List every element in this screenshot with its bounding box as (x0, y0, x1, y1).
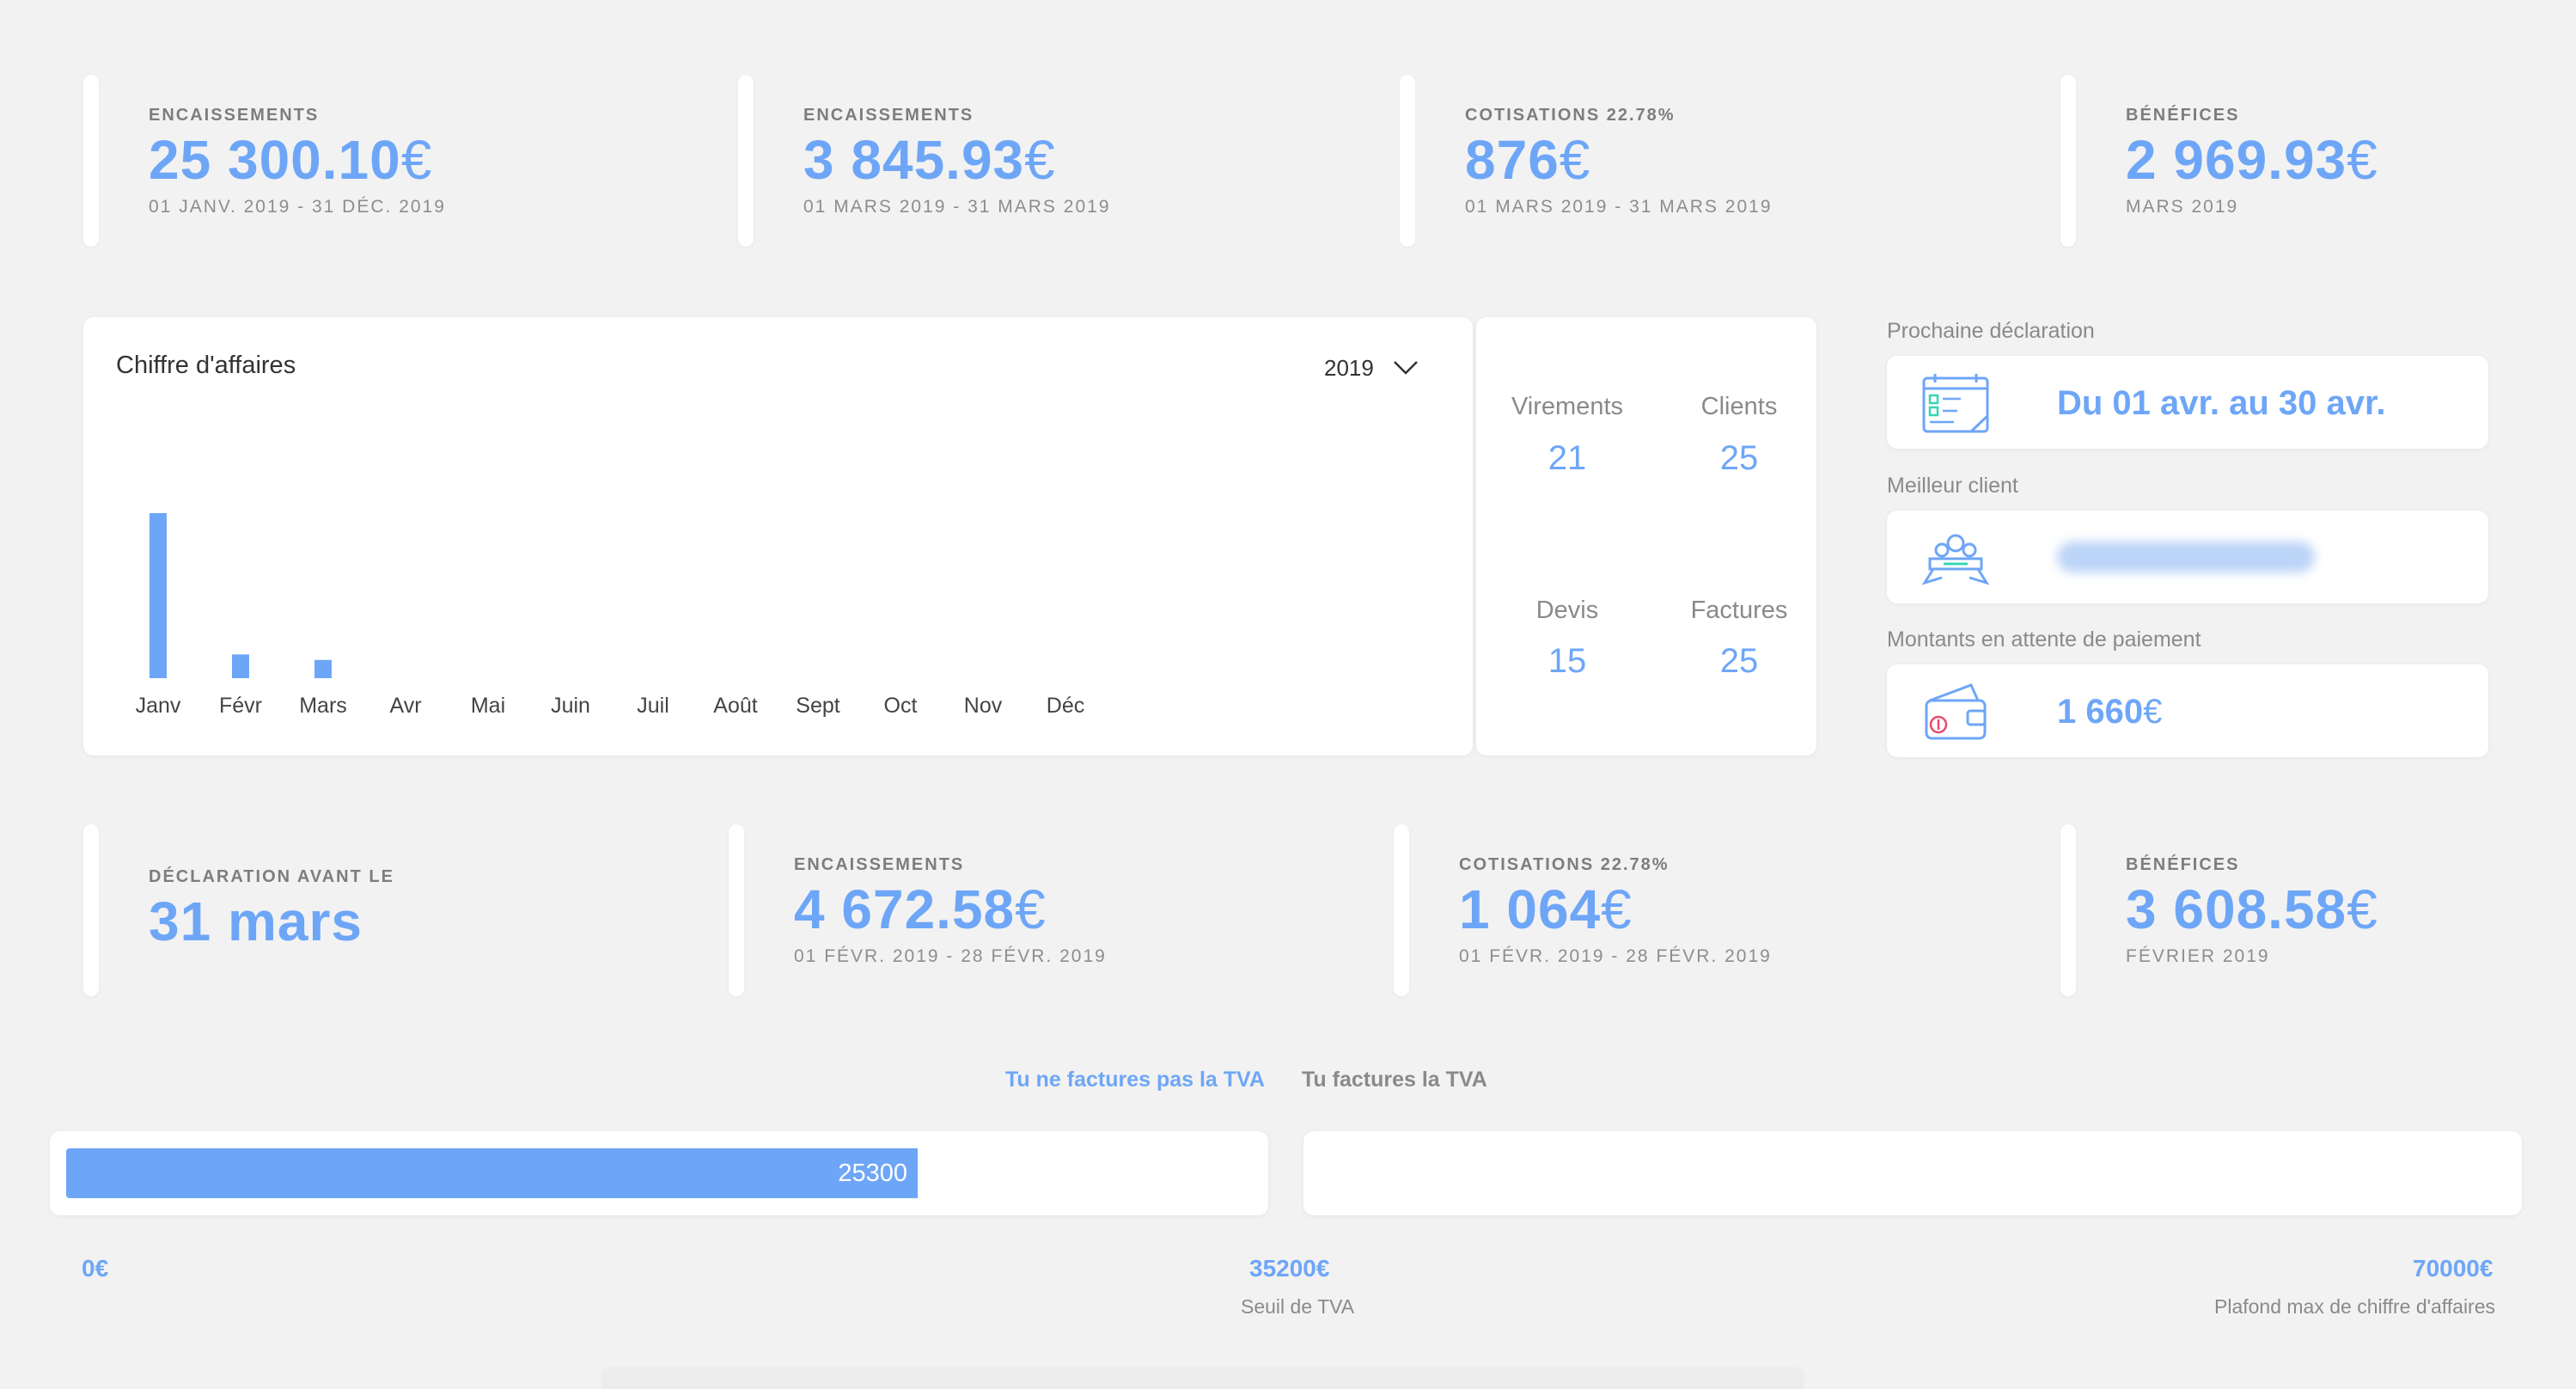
stat-label: COTISATIONS 22.78% (1459, 855, 1670, 874)
tva-progress-track-left: 25300 (50, 1131, 1268, 1215)
card-accent-bar (83, 75, 99, 247)
best-client-label: Meilleur client (1887, 474, 2018, 498)
stat-label: ENCAISSEMENTS (803, 106, 974, 125)
bottom-fade-shadow (601, 1367, 1804, 1389)
calendar-icon (1922, 374, 1989, 433)
bar-Févr (232, 654, 249, 678)
stat-label: ENCAISSEMENTS (149, 106, 320, 125)
x-tick-label: Avr (389, 694, 421, 718)
counts-panel: Virements 21 Clients 25 Devis 15 Facture… (1476, 317, 1816, 756)
stat-value: 3 845.93€ (803, 129, 1056, 191)
x-tick-label: Déc (1047, 694, 1084, 718)
count-label-virements: Virements (1511, 393, 1624, 420)
tab-tva[interactable]: Tu factures la TVA (1302, 1068, 1487, 1092)
best-client-name-blurred (2057, 542, 2315, 572)
stat-value: 25 300.10€ (149, 129, 433, 191)
tva-progress-track-right (1303, 1131, 2522, 1215)
tva-progress-value: 25300 (838, 1160, 907, 1187)
stat-period: 01 FÉVR. 2019 - 28 FÉVR. 2019 (1459, 946, 1772, 966)
stat-value: 4 672.58€ (794, 878, 1047, 940)
stat-label: ENCAISSEMENTS (794, 855, 965, 874)
stat-value: 2 969.93€ (2126, 129, 2378, 191)
stat-label: BÉNÉFICES (2126, 106, 2240, 125)
count-label-factures: Factures (1690, 597, 1788, 624)
next-declaration-value: Du 01 avr. au 30 avr. (2057, 384, 2386, 422)
stat-value: 1 064€ (1459, 878, 1633, 940)
x-tick-label: Nov (964, 694, 1003, 718)
stat-card-encaissements-year: ENCAISSEMENTS 25 300.10€ 01 JANV. 2019 -… (83, 75, 685, 247)
stat-period: FÉVRIER 2019 (2126, 946, 2270, 966)
card-accent-bar (2060, 824, 2076, 996)
card-accent-bar (2060, 75, 2076, 247)
x-tick-label: Févr (219, 694, 262, 718)
stat-card-encaissements-prev: ENCAISSEMENTS 4 672.58€ 01 FÉVR. 2019 - … (729, 824, 1330, 996)
stat-card-cotisations-month: COTISATIONS 22.78% 876€ 01 MARS 2019 - 3… (1400, 75, 2001, 247)
declaration-deadline-value: 31 mars (149, 890, 363, 952)
card-accent-bar (83, 824, 99, 996)
bar-Mars (314, 659, 332, 678)
x-tick-label: Juil (637, 694, 669, 718)
stat-label: BÉNÉFICES (2126, 855, 2240, 874)
stat-period: MARS 2019 (2126, 197, 2239, 217)
stat-card-benefices-prev: BÉNÉFICES 3 608.58€ FÉVRIER 2019 (2060, 824, 2542, 996)
scale-max-caption: Plafond max de chiffre d'affaires (2214, 1295, 2496, 1318)
x-tick-label: Mars (299, 694, 347, 718)
next-declaration-card: Du 01 avr. au 30 avr. (1887, 356, 2488, 449)
tva-progress-fill: 25300 (66, 1148, 918, 1198)
tab-no-tva[interactable]: Tu ne factures pas la TVA (1005, 1068, 1265, 1092)
pending-card: 1 660€ (1887, 664, 2488, 757)
stat-label: DÉCLARATION AVANT LE (149, 867, 394, 886)
count-label-clients: Clients (1700, 393, 1778, 420)
x-tick-label: Janv (136, 694, 181, 718)
x-tick-label: Mai (471, 694, 505, 718)
stat-card-encaissements-month: ENCAISSEMENTS 3 845.93€ 01 MARS 2019 - 3… (738, 75, 1340, 247)
count-value-clients: 25 (1719, 439, 1759, 477)
card-accent-bar (1394, 824, 1409, 996)
declaration-deadline-card: DÉCLARATION AVANT LE 31 mars (83, 824, 685, 996)
stat-value: 876€ (1465, 129, 1591, 191)
best-client-card (1887, 511, 2488, 603)
x-tick-label: Sept (796, 694, 839, 718)
wallet-icon (1925, 683, 1987, 740)
x-tick-label: Juin (551, 694, 590, 718)
stat-period: 01 JANV. 2019 - 31 DÉC. 2019 (149, 197, 446, 217)
scale-start: 0€ (82, 1255, 109, 1282)
card-accent-bar (729, 824, 744, 996)
next-declaration-label: Prochaine déclaration (1887, 319, 2095, 343)
count-label-devis: Devis (1535, 597, 1599, 624)
card-accent-bar (1400, 75, 1415, 247)
stat-period: 01 MARS 2019 - 31 MARS 2019 (803, 197, 1111, 217)
pending-label: Montants en attente de paiement (1887, 627, 2201, 652)
pending-amount: 1 660€ (2057, 693, 2163, 731)
scale-threshold: 35200€ (1249, 1255, 1330, 1282)
count-value-factures: 25 (1719, 642, 1759, 680)
stat-value: 3 608.58€ (2126, 878, 2378, 940)
revenue-chart-panel: Chiffre d'affaires 2019 Janv Févr Mars Avr M… (83, 317, 1473, 756)
card-accent-bar (738, 75, 754, 247)
scale-max: 70000€ (2413, 1255, 2494, 1282)
bar-Janv (150, 513, 167, 678)
stat-period: 01 MARS 2019 - 31 MARS 2019 (1465, 197, 1773, 217)
revenue-bar-chart: Janv Févr Mars Avr Mai Juin Juil Août Sept Oct Nov… (136, 513, 1084, 718)
x-tick-label: Août (713, 694, 757, 718)
trophy-podium-icon (1921, 534, 1990, 585)
x-tick-label: Oct (884, 694, 918, 718)
scale-threshold-caption: Seuil de TVA (1241, 1295, 1355, 1318)
stat-label: COTISATIONS 22.78% (1465, 106, 1676, 125)
stat-card-benefices-month: BÉNÉFICES 2 969.93€ MARS 2019 (2060, 75, 2542, 247)
stat-period: 01 FÉVR. 2019 - 28 FÉVR. 2019 (794, 946, 1107, 966)
count-value-virements: 21 (1547, 439, 1587, 477)
count-value-devis: 15 (1547, 642, 1587, 680)
stat-card-cotisations-prev: COTISATIONS 22.78% 1 064€ 01 FÉVR. 2019 … (1394, 824, 1995, 996)
